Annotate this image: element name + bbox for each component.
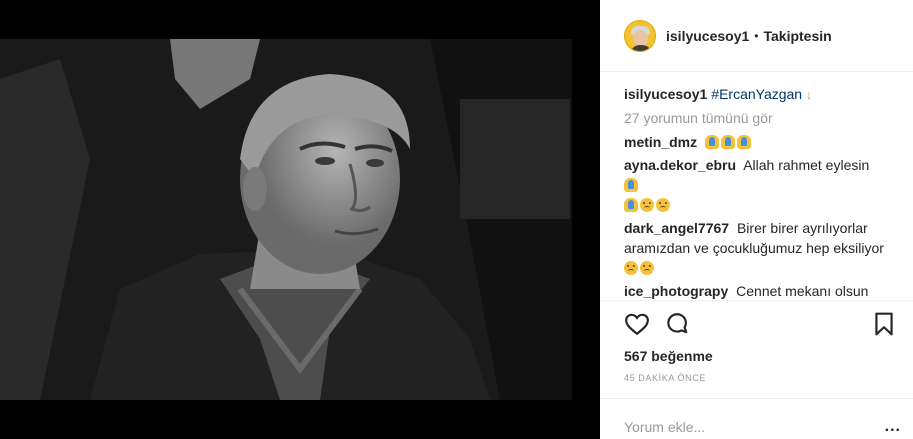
comment-item: metin_dmz (624, 132, 889, 152)
post-header: isilyucesoy1 • Takiptesin (600, 0, 913, 72)
caption-hashtag[interactable]: #ErcanYazgan (711, 86, 802, 102)
comment-username[interactable]: ayna.dekor_ebru (624, 157, 736, 173)
comments-list: isilyucesoy1 #ErcanYazgan ↓ 27 yorumun tü… (600, 72, 913, 301)
comment-username[interactable]: ice_photograpy (624, 283, 728, 299)
comment-username[interactable]: metin_dmz (624, 134, 697, 150)
avatar[interactable] (624, 19, 656, 52)
add-comment-bar: ... (600, 399, 913, 439)
post-sidebar: isilyucesoy1 • Takiptesin isilyucesoy1 #E… (600, 0, 913, 439)
comment-item: dark_angel7767 Birer birer ayrılıyorlar … (624, 218, 889, 278)
avatar-face (633, 29, 648, 47)
heart-icon[interactable] (624, 311, 650, 337)
comment-text: Allah rahmet eylesin (743, 157, 870, 173)
comment-username[interactable]: dark_angel7767 (624, 220, 729, 236)
folded-hands-emoji-icon (737, 135, 752, 149)
photo-pane (0, 0, 600, 439)
comment-item: ayna.dekor_ebru Allah rahmet eylesin (624, 155, 889, 215)
folded-hands-emoji-icon (705, 135, 720, 149)
sad-face-emoji-icon (624, 261, 638, 275)
photo-illustration (0, 39, 572, 400)
sad-face-emoji-icon (656, 198, 670, 212)
caption: isilyucesoy1 #ErcanYazgan ↓ (624, 84, 889, 105)
follow-status-button[interactable]: Takiptesin (763, 28, 831, 44)
like-count[interactable]: 567 beğenme (600, 347, 913, 365)
comment-emojis (705, 134, 753, 150)
comment-icon[interactable] (664, 311, 690, 337)
header-username[interactable]: isilyucesoy1 (666, 28, 749, 44)
avatar-body (630, 44, 652, 51)
caption-username[interactable]: isilyucesoy1 (624, 86, 707, 102)
view-all-comments-link[interactable]: 27 yorumun tümünü gör (624, 110, 889, 126)
caption-arrow: ↓ (805, 88, 812, 102)
sad-face-emoji-icon (640, 261, 654, 275)
action-bar (600, 301, 913, 347)
comment-item: ice_photograpy Cennet mekanı olsun inşal… (624, 281, 889, 300)
header-separator: • (754, 28, 759, 43)
sad-face-emoji-icon (640, 198, 654, 212)
folded-hands-emoji-icon (721, 135, 736, 149)
comment-input[interactable] (624, 419, 885, 435)
post-photo[interactable] (0, 39, 572, 400)
post-timestamp: 45 DAKİKA ÖNCE (600, 373, 913, 399)
bookmark-icon[interactable] (871, 311, 897, 337)
folded-hands-emoji-icon (624, 178, 638, 192)
folded-hands-emoji-icon (624, 198, 638, 212)
more-options-icon[interactable]: ... (885, 418, 901, 436)
